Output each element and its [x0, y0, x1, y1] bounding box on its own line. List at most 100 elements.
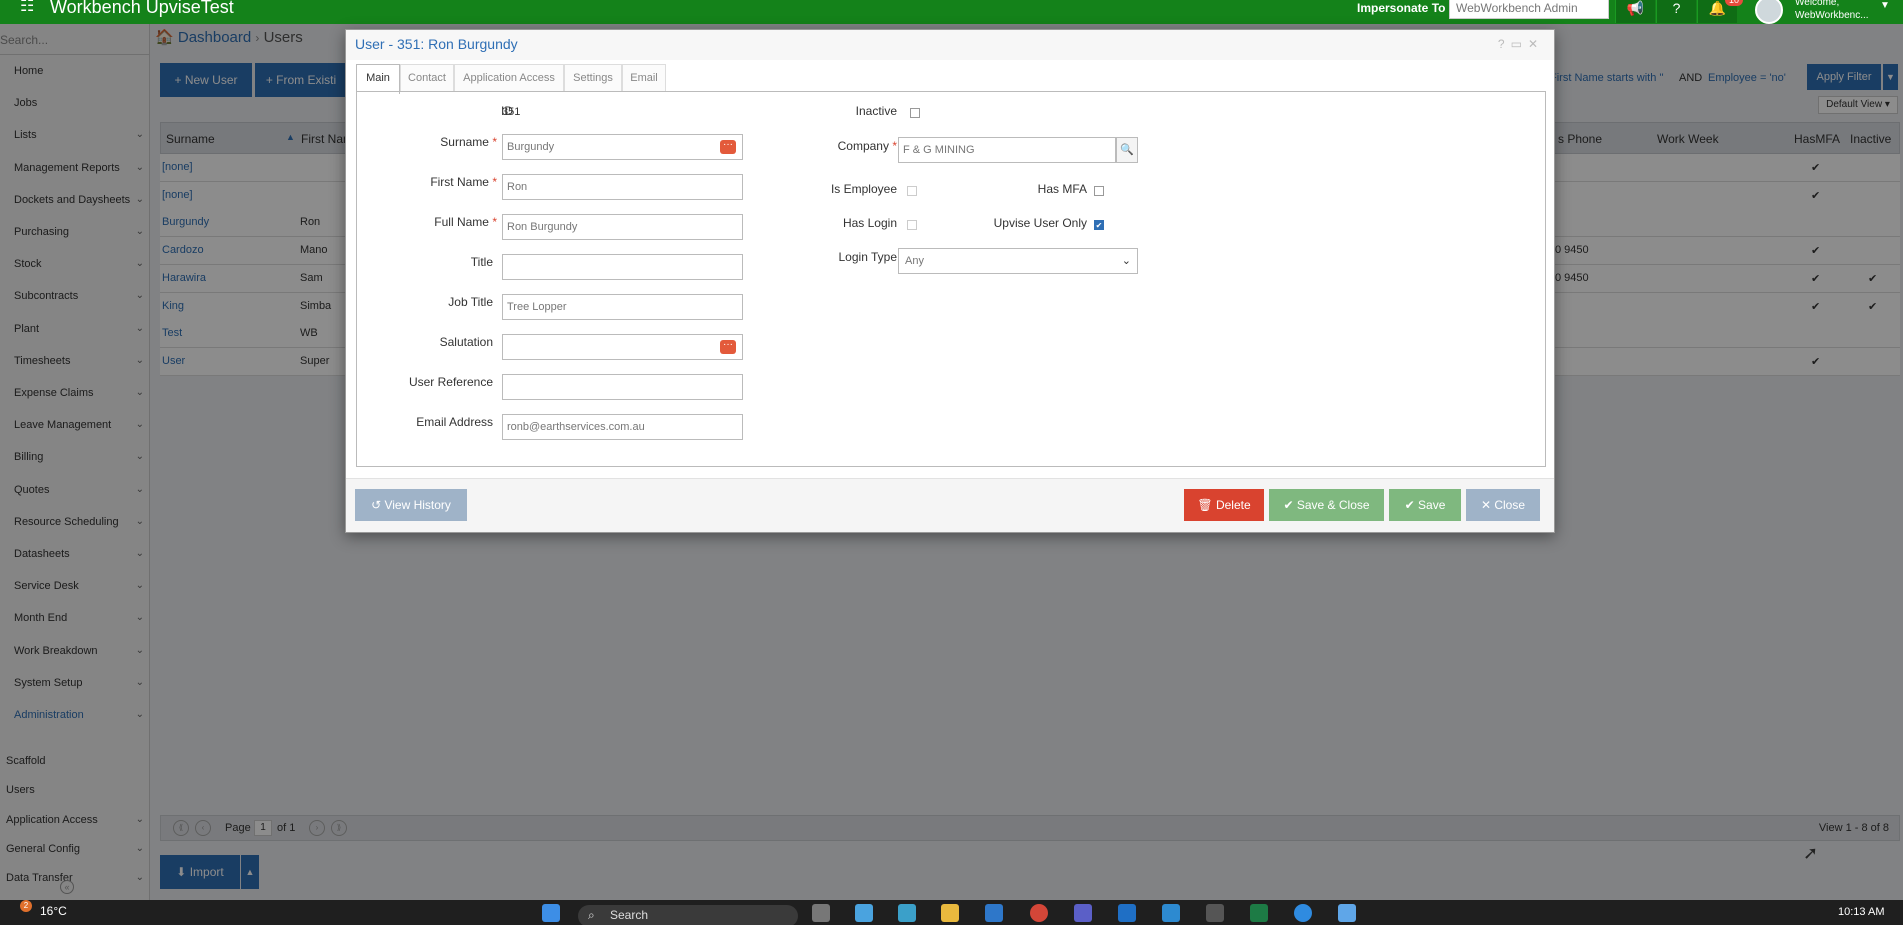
save-label: Save [1418, 498, 1446, 512]
chevron-down-icon: ⌄ [1121, 255, 1131, 267]
title-label: Title [470, 255, 493, 269]
save-button[interactable]: ✔ Save [1389, 489, 1461, 521]
save-close-label: Save & Close [1296, 498, 1370, 512]
mouse-cursor-icon: ➚ [1803, 843, 1819, 863]
view-history-label: View History [384, 498, 451, 512]
job-title-field[interactable]: Tree Lopper [502, 294, 743, 320]
more-options-icon[interactable]: ··· [720, 340, 736, 354]
salutation-label: Salutation [439, 335, 493, 349]
clock: 10:13 AM [1838, 906, 1885, 918]
avatar[interactable] [1755, 0, 1783, 24]
taskbar-search-label: Search [610, 908, 649, 922]
required-marker: * [492, 175, 497, 189]
windows-start-icon[interactable] [542, 904, 560, 922]
app-icon[interactable] [1206, 904, 1224, 922]
close-icon[interactable]: ✕ [1528, 37, 1544, 51]
is-employee-checkbox[interactable] [907, 186, 917, 196]
first-name-label-text: First Name [430, 175, 489, 189]
is-employee-label: Is Employee [830, 182, 897, 196]
impersonate-label: Impersonate To [1357, 1, 1446, 15]
chevron-down-icon[interactable]: ▼ [1880, 0, 1890, 11]
dialog-header-icons: ?▭✕ [1498, 37, 1544, 51]
weather-text[interactable]: 16°C [40, 904, 67, 918]
help-icon[interactable]: ? [1498, 37, 1511, 51]
user-reference-label: User Reference [408, 375, 493, 389]
welcome-line: Welcome, [1795, 0, 1840, 8]
tab-contact[interactable]: Contact [400, 64, 454, 92]
user-dialog: User - 351: Ron Burgundy ?▭✕ Main Contac… [345, 29, 1555, 533]
tab-email[interactable]: Email [622, 64, 666, 92]
surname-field[interactable]: Burgundy [502, 134, 743, 160]
title-field[interactable] [502, 254, 743, 280]
id-value: 351 [502, 106, 521, 118]
app-title: Workbench UpviseTest [50, 0, 234, 17]
upvise-user-only-label: Upvise User Only [993, 216, 1087, 230]
taskbar-search[interactable]: ⌕ Search [578, 905, 798, 925]
close-label: Close [1494, 498, 1526, 512]
app-grid-icon[interactable]: ☷ [20, 0, 34, 15]
edge-icon[interactable] [1294, 904, 1312, 922]
view-history-button[interactable]: ↺ View History [355, 489, 467, 521]
required-marker: * [892, 139, 897, 153]
delete-button[interactable]: 🗑 Delete [1184, 489, 1264, 521]
folder-icon[interactable] [941, 904, 959, 922]
main-tab-panel: ID 351 Surname * Burgundy ··· First Name… [356, 91, 1546, 467]
first-name-field[interactable]: Ron [502, 174, 743, 200]
task-view-icon[interactable] [812, 904, 830, 922]
tab-main[interactable]: Main [356, 64, 400, 94]
login-type-select[interactable]: Any ⌄ [898, 248, 1138, 274]
close-button[interactable]: ✕ Close [1466, 489, 1540, 521]
email-field[interactable]: ronb@earthservices.com.au [502, 414, 743, 440]
surname-label: Surname * [357, 135, 497, 149]
app-icon[interactable] [1162, 904, 1180, 922]
outlook-icon[interactable] [1118, 904, 1136, 922]
welcome-text[interactable]: Welcome, WebWorkbenc... [1795, 0, 1869, 22]
megaphone-icon[interactable]: 📢 [1615, 0, 1655, 23]
search-icon[interactable]: 🔍 [1116, 137, 1138, 163]
required-marker: * [492, 215, 497, 229]
first-name-label: First Name * [357, 175, 497, 189]
save-close-button[interactable]: ✔ Save & Close [1269, 489, 1384, 521]
has-login-label: Has Login [842, 216, 897, 230]
login-type-value: Any [905, 255, 924, 267]
welcome-user: WebWorkbenc... [1795, 10, 1869, 21]
surname-label-text: Surname [440, 135, 489, 149]
dialog-footer: ↺ View History 🗑 Delete ✔ Save & Close ✔… [346, 478, 1554, 532]
delete-label: Delete [1215, 498, 1251, 512]
login-type-label: Login Type [838, 250, 898, 264]
more-options-icon[interactable]: ··· [720, 140, 736, 154]
app-icon[interactable] [898, 904, 916, 922]
tab-settings[interactable]: Settings [564, 64, 622, 92]
salutation-field[interactable] [502, 334, 743, 360]
inactive-label: Inactive [855, 104, 897, 118]
has-mfa-checkbox[interactable] [1094, 186, 1104, 196]
app-icon[interactable] [985, 904, 1003, 922]
notepad-icon[interactable] [1338, 904, 1356, 922]
user-reference-field[interactable] [502, 374, 743, 400]
impersonate-input[interactable]: WebWorkbench Admin [1449, 0, 1609, 19]
notification-badge: 10 [1725, 0, 1744, 6]
dialog-title: User - 351: Ron Burgundy [355, 36, 518, 52]
inactive-checkbox[interactable] [910, 108, 920, 118]
dialog-header: User - 351: Ron Burgundy ?▭✕ [346, 30, 1554, 60]
job-title-label: Job Title [448, 295, 493, 309]
company-label: Company * [747, 139, 897, 153]
search-icon: ⌕ [588, 908, 595, 922]
chrome-icon[interactable] [1030, 904, 1048, 922]
excel-icon[interactable] [1250, 904, 1268, 922]
required-marker: * [492, 135, 497, 149]
app-icon[interactable] [855, 904, 873, 922]
full-name-label: Full Name * [357, 215, 497, 229]
maximize-icon[interactable]: ▭ [1511, 37, 1528, 51]
top-bar: ☷ Workbench UpviseTest Impersonate To We… [0, 0, 1903, 24]
upvise-user-only-checkbox[interactable]: ✔ [1094, 220, 1104, 230]
tab-application-access[interactable]: Application Access [454, 64, 564, 92]
has-mfa-label: Has MFA [1037, 182, 1087, 196]
help-icon[interactable]: ? [1656, 0, 1696, 23]
company-field[interactable]: F & G MINING [898, 137, 1116, 163]
full-name-field[interactable]: Ron Burgundy [502, 214, 743, 240]
email-label: Email Address [416, 415, 493, 429]
teams-icon[interactable] [1074, 904, 1092, 922]
weather-badge: 2 [20, 900, 32, 912]
has-login-checkbox[interactable] [907, 220, 917, 230]
